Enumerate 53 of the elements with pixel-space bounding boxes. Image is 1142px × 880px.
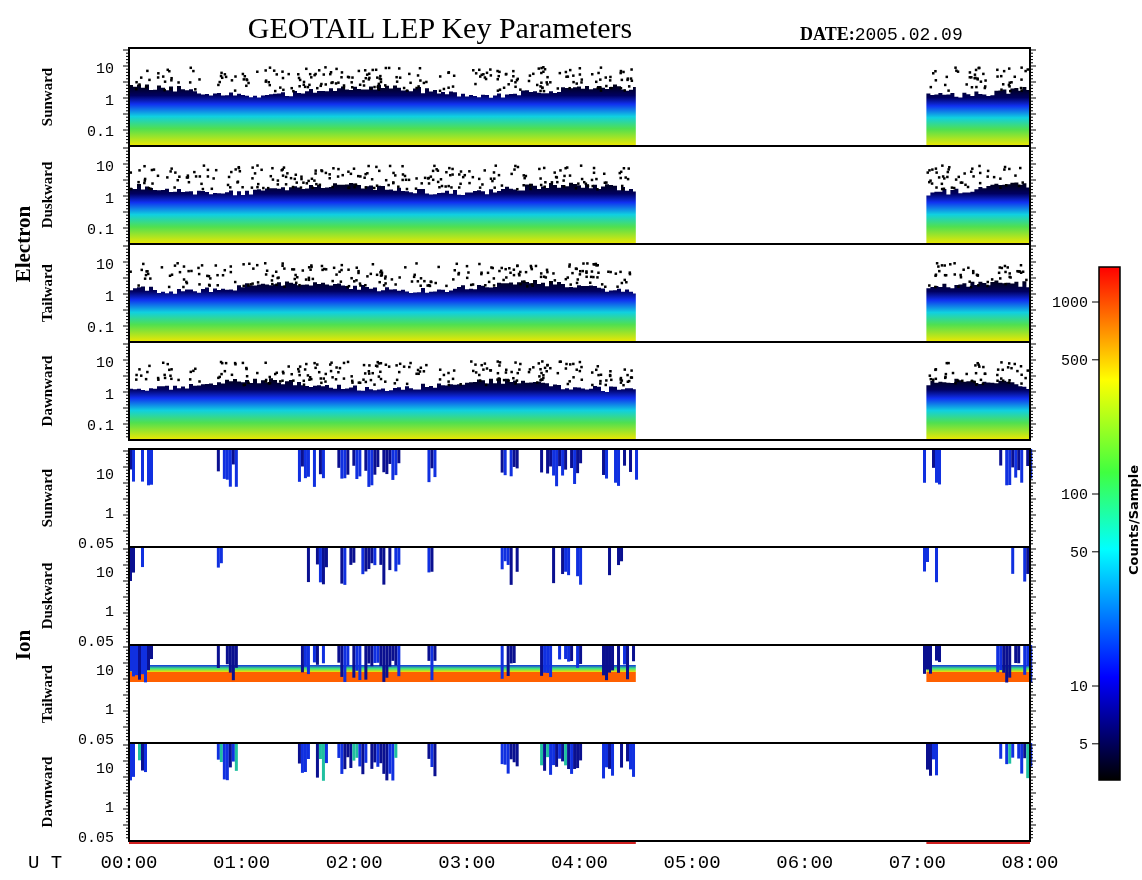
colorbar-tick-label: 10 bbox=[1070, 679, 1088, 696]
time-tick-label: 08:00 bbox=[1001, 852, 1059, 874]
time-tick-label: 01:00 bbox=[213, 852, 271, 874]
direction-label: Sunward bbox=[39, 468, 55, 528]
species-label: Ion bbox=[11, 629, 35, 661]
axis-tick-label: 10 bbox=[96, 761, 114, 779]
date-label: DATE:2005.02.09 bbox=[800, 24, 963, 45]
colorbar-tick-label: 1000 bbox=[1052, 295, 1088, 312]
axis-title: U T bbox=[28, 852, 63, 874]
colorbar-title: Counts/Sample bbox=[1126, 465, 1141, 575]
axis-tick-label: 10 bbox=[96, 158, 114, 176]
axis-tick-label: 1 bbox=[105, 288, 114, 306]
axis-tick-label: 0.05 bbox=[78, 536, 114, 554]
time-tick-label: 05:00 bbox=[663, 852, 721, 874]
time-tick-label: 00:00 bbox=[100, 852, 158, 874]
axis-tick-label: 0.05 bbox=[78, 830, 114, 848]
axis-tick-label: 1 bbox=[105, 92, 114, 110]
time-tick-label: 04:00 bbox=[551, 852, 608, 874]
axis-tick-label: 0.05 bbox=[78, 634, 114, 652]
axis-tick-label: 1 bbox=[105, 701, 114, 719]
axis-tick-label: 0.1 bbox=[87, 320, 114, 338]
direction-label: Tailward bbox=[39, 665, 55, 723]
colorbar-tick-label: 500 bbox=[1061, 352, 1088, 370]
colorbar-tick-label: 100 bbox=[1061, 487, 1088, 504]
chart-title: GEOTAIL LEP Key Parameters bbox=[247, 11, 633, 44]
axis-tick-label: 10 bbox=[96, 663, 114, 681]
direction-label: Tailward bbox=[39, 264, 55, 322]
axis-tick-label: 0.1 bbox=[87, 124, 114, 142]
axis-tick-label: 0.1 bbox=[87, 222, 114, 240]
time-tick-label: 07:00 bbox=[888, 852, 946, 874]
axis-tick-label: 1 bbox=[105, 386, 114, 404]
axis-tick-label: 10 bbox=[96, 467, 114, 485]
direction-label: Dawnward bbox=[39, 355, 55, 427]
time-tick-label: 03:00 bbox=[438, 852, 496, 874]
axis-tick-label: 1 bbox=[105, 799, 114, 817]
species-label: Electron bbox=[11, 205, 35, 283]
colorbar-tick-label: 5 bbox=[1079, 736, 1088, 754]
axis-tick-label: 1 bbox=[105, 505, 114, 523]
time-tick-label: 02:00 bbox=[325, 852, 383, 874]
direction-label: Sunward bbox=[39, 67, 55, 127]
axis-tick-label: 0.05 bbox=[78, 732, 114, 750]
axis-tick-label: 10 bbox=[96, 60, 114, 78]
axis-tick-label: 10 bbox=[96, 256, 114, 274]
axis-tick-label: 10 bbox=[96, 354, 114, 372]
direction-label: Duskward bbox=[39, 161, 55, 229]
direction-label: Dawnward bbox=[39, 756, 55, 828]
axis-tick-label: 0.1 bbox=[87, 418, 114, 436]
axis-tick-label: 1 bbox=[105, 190, 114, 208]
time-tick-label: 06:00 bbox=[776, 852, 834, 874]
direction-label: Duskward bbox=[39, 562, 55, 630]
axis-tick-label: 10 bbox=[96, 565, 114, 583]
colorbar-tick-label: 50 bbox=[1070, 544, 1088, 562]
axis-tick-label: 1 bbox=[105, 603, 114, 621]
